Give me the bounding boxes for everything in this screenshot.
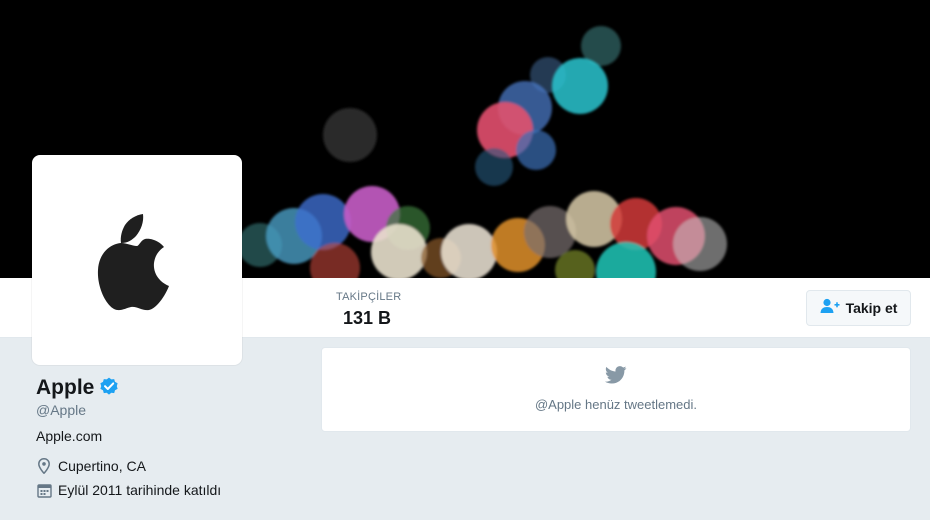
empty-timeline-message: @Apple henüz tweetlemedi. [534, 397, 698, 412]
tweet-timeline: @Apple henüz tweetlemedi. [321, 347, 911, 432]
add-user-icon [820, 298, 840, 319]
followers-count: 131 B [343, 308, 392, 328]
twitter-bird-icon [604, 366, 627, 389]
profile-website-link[interactable]: Apple.com [36, 428, 296, 444]
profile-handle[interactable]: @Apple [36, 402, 296, 418]
profile-avatar[interactable] [32, 155, 242, 365]
follow-button[interactable]: Takip et [806, 290, 911, 326]
profile-header-card: Apple @Apple Apple.com Cupertino, CA Eyl… [36, 374, 296, 498]
follow-button-label: Takip et [845, 300, 898, 316]
verified-badge-icon[interactable] [99, 376, 119, 401]
name-row: Apple [36, 374, 296, 402]
location-pin-icon [36, 458, 52, 474]
followers-label: TAKİPÇİLER [336, 291, 402, 303]
join-date-text: Eylül 2011 tarihinde katıldı [58, 482, 222, 498]
followers-stat[interactable]: TAKİPÇİLER 131 B [336, 291, 456, 329]
calendar-icon [36, 483, 52, 498]
profile-location: Cupertino, CA [36, 458, 296, 474]
profile-join-date: Eylül 2011 tarihinde katıldı [36, 482, 296, 498]
location-text: Cupertino, CA [58, 458, 146, 474]
apple-logo-icon [97, 214, 169, 311]
profile-name[interactable]: Apple [36, 376, 94, 400]
